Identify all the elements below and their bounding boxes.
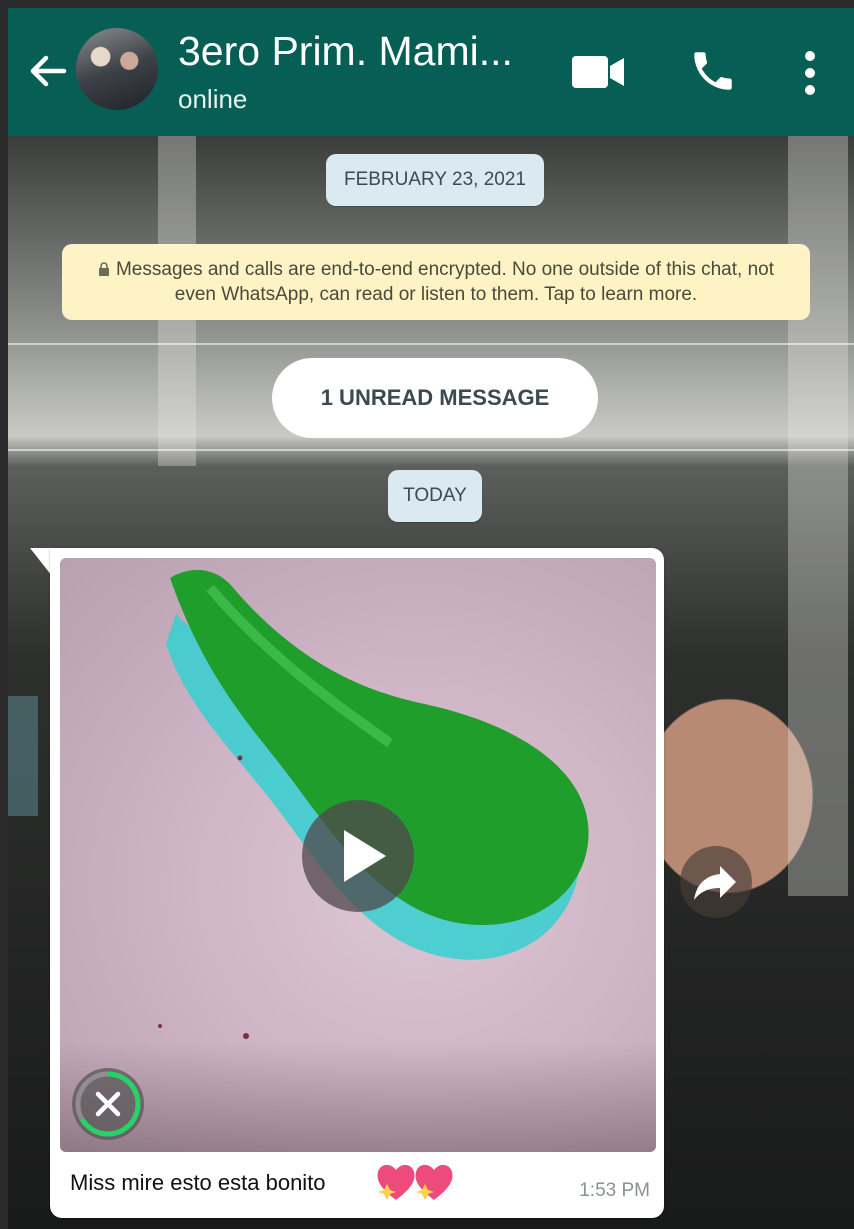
wallpaper-streak: [8, 696, 38, 816]
encryption-notice[interactable]: Messages and calls are end-to-end encryp…: [62, 244, 810, 320]
encryption-text: Messages and calls are end-to-end encryp…: [76, 257, 796, 307]
video-call-icon[interactable]: [572, 54, 624, 90]
video-thumbnail[interactable]: [60, 558, 656, 1152]
cancel-download-button[interactable]: [72, 1068, 144, 1140]
message-time: 1:53 PM: [579, 1180, 650, 1201]
lock-icon: [98, 262, 109, 276]
play-button[interactable]: [302, 800, 414, 912]
more-options-icon[interactable]: [798, 48, 822, 98]
message-caption: Miss mire esto esta bonito: [70, 1170, 326, 1195]
bubble-tail: [30, 548, 52, 576]
thumbnail-gradient: [60, 1042, 656, 1152]
video-message-bubble[interactable]: Miss mire esto esta bonito 1:53 PM: [50, 548, 664, 1218]
chat-area: FEBRUARY 23, 2021 Messages and calls are…: [8, 136, 854, 1229]
chat-status: online: [178, 84, 248, 114]
forward-button[interactable]: [680, 846, 752, 918]
hearts-emoji: [377, 1164, 453, 1200]
avatar[interactable]: [76, 28, 158, 110]
encryption-label: Messages and calls are end-to-end encryp…: [115, 259, 774, 305]
date-label-today: TODAY: [388, 470, 482, 522]
play-icon: [344, 830, 386, 882]
unread-badge: 1 UNREAD MESSAGE: [272, 358, 598, 438]
voice-call-icon[interactable]: [688, 46, 738, 96]
cancel-download-icon: [75, 1071, 141, 1137]
back-arrow-icon[interactable]: [24, 46, 74, 96]
forward-icon: [694, 866, 736, 900]
date-label: FEBRUARY 23, 2021: [326, 154, 544, 206]
unread-divider-top: [8, 343, 854, 345]
chat-header: 3ero Prim. Mami... online: [8, 8, 854, 136]
chat-screen: 3ero Prim. Mami... online FEBRUARY 23, 2…: [8, 8, 854, 1229]
unread-divider-bottom: [8, 449, 854, 451]
chat-title[interactable]: 3ero Prim. Mami...: [178, 28, 513, 75]
